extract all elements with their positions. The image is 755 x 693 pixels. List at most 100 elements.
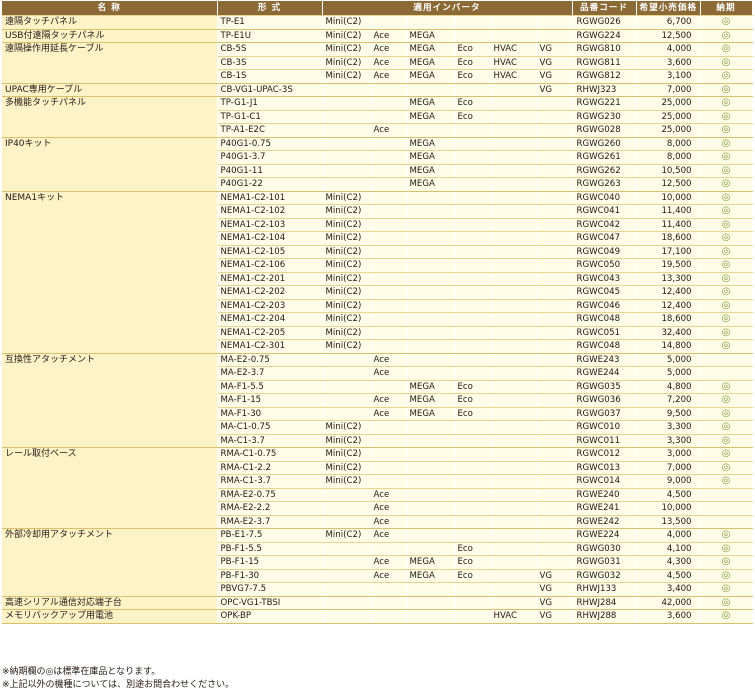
cell-inverter-eco <box>454 191 491 205</box>
cell-inverter-mini: Mini(C2) <box>322 191 371 205</box>
cell-inverter-eco <box>454 15 491 30</box>
cell-price: 9,500 <box>636 407 701 421</box>
cell-inverter-vg <box>536 461 573 475</box>
cell-inverter-hvac <box>490 582 537 597</box>
cell-inverter-vg <box>536 177 573 192</box>
cell-inverter-eco: Eco <box>454 110 491 124</box>
cell-inverter-eco <box>454 474 491 489</box>
cell-inverter-vg: VG <box>536 69 573 84</box>
cell-inverter-eco <box>454 218 491 232</box>
cell-model: OPK-BP <box>217 609 323 624</box>
cell-price: 10,000 <box>636 501 701 516</box>
cell-inverter-hvac <box>490 447 537 462</box>
cell-inverter-mega <box>406 528 455 543</box>
cell-inverter-ace <box>370 582 407 597</box>
cell-inverter-eco <box>454 596 491 610</box>
cell-inverter-ace <box>370 447 407 462</box>
cell-inverter-eco <box>454 150 491 165</box>
table-row: レール取付ベース RMA-C1-0.75 Mini(C2) RGWC012 3,000 ◎ <box>2 447 753 529</box>
cell-inverter-mega: MEGA <box>406 569 455 583</box>
cell-inverter-ace: Ace <box>370 69 407 84</box>
header-inverter: 適用インバータ <box>322 1 573 16</box>
cell-price: 11,400 <box>636 204 701 219</box>
cell-code: RGWC048 <box>572 339 637 354</box>
cell-inverter-mini: Mini(C2) <box>322 42 371 57</box>
cell-price: 13,300 <box>636 272 701 286</box>
cell-inverter-ace: Ace <box>370 555 407 570</box>
cell-inverter-mini: Mini(C2) <box>322 326 371 340</box>
cell-code: RGWG028 <box>572 123 637 138</box>
cell-code: RGWG032 <box>572 569 637 583</box>
cell-inverter-hvac <box>490 123 537 138</box>
cell-inverter-mega <box>406 339 455 354</box>
cell-stock: ◎ <box>700 582 753 597</box>
cell-inverter-mini <box>322 380 371 394</box>
cell-inverter-hvac <box>490 29 537 43</box>
footnote-inquiry: ※上記以外の機種については、別途お問合わせください。 <box>2 679 235 690</box>
cell-inverter-vg <box>536 29 573 43</box>
accessory-price-table: 名 称 形 式 適用インバータ 品番コード 希望小売価格 納期 遠隔タッチパネル… <box>2 1 753 624</box>
cell-inverter-eco <box>454 258 491 273</box>
cell-model: RMA-E2-2.2 <box>217 501 323 516</box>
cell-stock <box>700 353 753 367</box>
cell-stock <box>700 366 753 381</box>
cell-stock: ◎ <box>700 609 753 624</box>
cell-inverter-ace: Ace <box>370 407 407 421</box>
cell-inverter-mega <box>406 420 455 435</box>
cell-inverter-ace <box>370 191 407 205</box>
cell-inverter-hvac: HVAC <box>490 69 537 84</box>
footnotes: ※納期欄の◎は標準在庫品となります。 ※上記以外の機種については、別途お問合わせ… <box>2 666 234 691</box>
cell-model: NEMA1-C2-101 <box>217 191 323 205</box>
cell-price: 3,100 <box>636 69 701 84</box>
cell-inverter-vg: VG <box>536 609 573 624</box>
cell-model: NEMA1-C2-203 <box>217 299 323 313</box>
cell-category: USB付遠隔タッチパネル <box>2 29 218 43</box>
cell-stock: ◎ <box>700 204 753 219</box>
cell-model: CB-3S <box>217 56 323 70</box>
cell-inverter-mega: MEGA <box>406 150 455 165</box>
cell-inverter-mega <box>406 353 455 367</box>
cell-inverter-eco <box>454 515 491 529</box>
cell-code: RHWJ133 <box>572 582 637 597</box>
cell-code: RGWC048 <box>572 312 637 327</box>
cell-model: TP-G1-C1 <box>217 110 323 124</box>
cell-inverter-hvac: HVAC <box>490 42 537 57</box>
cell-code: RGWG036 <box>572 393 637 408</box>
cell-category: メモリバックアップ用電池 <box>2 609 218 624</box>
cell-inverter-eco <box>454 326 491 340</box>
cell-inverter-eco <box>454 420 491 435</box>
cell-stock: ◎ <box>700 339 753 354</box>
cell-inverter-mini <box>322 393 371 408</box>
cell-code: RGWE240 <box>572 488 637 502</box>
cell-inverter-mini: Mini(C2) <box>322 245 371 259</box>
cell-inverter-mini <box>322 569 371 583</box>
cell-inverter-eco <box>454 285 491 300</box>
cell-inverter-mega <box>406 245 455 259</box>
cell-inverter-eco <box>454 528 491 543</box>
cell-stock <box>700 488 753 502</box>
cell-model: RMA-C1-2.2 <box>217 461 323 475</box>
cell-inverter-eco: Eco <box>454 380 491 394</box>
cell-code: RGWG263 <box>572 177 637 192</box>
cell-inverter-mini: Mini(C2) <box>322 231 371 246</box>
cell-inverter-hvac <box>490 110 537 124</box>
cell-code: RGWG261 <box>572 150 637 165</box>
cell-inverter-ace <box>370 110 407 124</box>
cell-inverter-hvac <box>490 515 537 529</box>
cell-inverter-hvac <box>490 191 537 205</box>
header-stock: 納期 <box>700 1 753 16</box>
cell-code: RHWJ284 <box>572 596 637 610</box>
cell-inverter-eco <box>454 609 491 624</box>
cell-model: OPC-VG1-TBSI <box>217 596 323 610</box>
cell-inverter-mini <box>322 542 371 556</box>
cell-stock: ◎ <box>700 420 753 435</box>
cell-inverter-vg <box>536 110 573 124</box>
cell-inverter-vg <box>536 312 573 327</box>
cell-inverter-mega <box>406 461 455 475</box>
cell-inverter-mega <box>406 366 455 381</box>
cell-inverter-hvac <box>490 528 537 543</box>
cell-code: RGWG262 <box>572 164 637 178</box>
cell-inverter-eco: Eco <box>454 407 491 421</box>
cell-inverter-hvac <box>490 299 537 313</box>
cell-inverter-mini: Mini(C2) <box>322 299 371 313</box>
